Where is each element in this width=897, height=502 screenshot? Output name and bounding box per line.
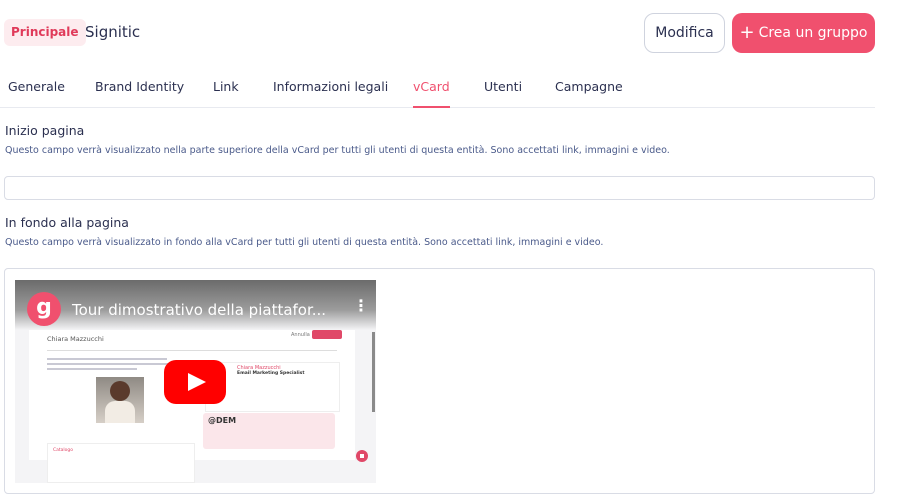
video-embedded-line	[47, 368, 137, 370]
create-group-button[interactable]: + Crea un gruppo	[732, 13, 875, 53]
video-embedded-line	[47, 358, 167, 360]
tab-generale[interactable]: Generale	[8, 78, 65, 96]
tab-utenti[interactable]: Utenti	[484, 78, 522, 96]
tab-bar: Generale Brand Identity Link Informazion…	[0, 70, 875, 108]
video-embedded-brand: @DEM	[208, 416, 237, 425]
entity-name: Signitic	[85, 23, 141, 41]
video-embedded-person-head	[110, 381, 130, 401]
video-embedded-name: Chiara Mazzucchi	[47, 335, 104, 343]
video-embed[interactable]: Chiara Mazzucchi Annulla Chiara Mazzucch…	[15, 280, 376, 483]
page-header: Principale Signitic Modifica + Crea un gr…	[0, 0, 897, 66]
bottom-section-title: In fondo alla pagina	[5, 215, 129, 230]
channel-logo-icon[interactable]: g	[27, 292, 61, 326]
video-embedded-card-role: Email Marketing Specialist	[237, 371, 305, 376]
video-title[interactable]: Tour dimostrativo della piattafor...	[72, 300, 326, 320]
tab-campagne[interactable]: Campagne	[555, 78, 623, 96]
video-embedded-link: Catalogo	[53, 448, 74, 453]
video-embedded-action: Annulla	[291, 332, 310, 338]
more-vertical-icon[interactable]: ⋮	[353, 298, 369, 314]
top-section-description: Questo campo verrà visualizzato nella pa…	[5, 145, 670, 156]
bottom-section-description: Questo campo verrà visualizzato in fondo…	[5, 237, 604, 248]
create-group-label: Crea un gruppo	[758, 25, 868, 41]
youtube-play-icon[interactable]	[164, 360, 226, 404]
video-record-icon	[356, 450, 368, 462]
video-embedded-person-body	[105, 401, 135, 423]
tab-informazioni-legali[interactable]: Informazioni legali	[273, 78, 388, 96]
tab-link[interactable]: Link	[213, 78, 239, 96]
video-embedded-tabs	[47, 345, 337, 351]
top-content-field[interactable]	[4, 176, 875, 200]
video-embedded-button	[312, 330, 342, 339]
top-section-title: Inizio pagina	[5, 123, 85, 138]
plus-icon: +	[739, 22, 755, 43]
entity-type-badge: Principale	[4, 19, 86, 46]
video-embedded-scrollbar	[372, 332, 375, 412]
tab-brand-identity[interactable]: Brand Identity	[95, 78, 184, 96]
edit-button[interactable]: Modifica	[644, 13, 725, 53]
tab-vcard[interactable]: vCard	[413, 78, 450, 108]
